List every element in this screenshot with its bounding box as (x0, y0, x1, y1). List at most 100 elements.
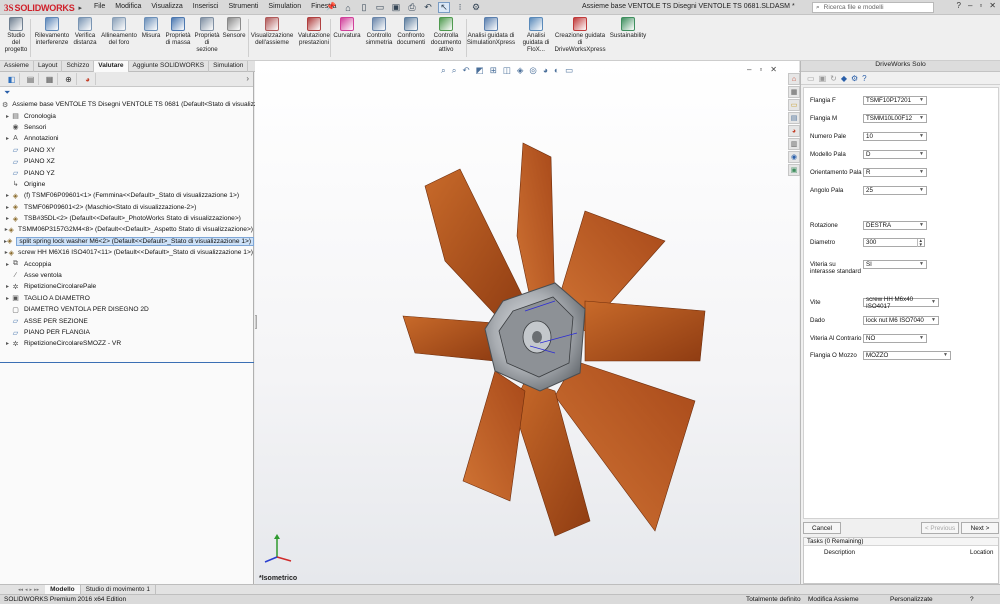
tree-item[interactable]: ▱ ASSE PER SEZIONE (0, 315, 253, 326)
previous-tab-icon[interactable]: ◂ (25, 587, 28, 593)
dropdown-select[interactable]: SI ▼ (863, 260, 927, 269)
tree-item[interactable]: ▸ ◈ TSMM06P3157G2M4<8> (Default<<Default>_… (0, 224, 253, 235)
ribbon-button[interactable]: Controllo simmetria (364, 17, 394, 46)
tasks-column-description[interactable]: Description (824, 549, 855, 556)
tree-item[interactable]: ▱ PIANO XZ (0, 156, 253, 167)
ribbon-button[interactable]: Sensore (222, 17, 246, 39)
feature-tree-tab-icon[interactable]: ◧ (4, 73, 20, 85)
chevron-down-icon[interactable]: ▼ (919, 151, 924, 158)
custom-properties-icon[interactable]: ▥ (788, 138, 800, 150)
command-tab[interactable]: Valutare (94, 61, 129, 72)
configuration-manager-tab-icon[interactable]: ▦ (42, 73, 58, 85)
ribbon-button[interactable]: Valutazione prestazioni (296, 17, 332, 46)
ribbon-button[interactable]: Misura (140, 17, 162, 39)
previous-button[interactable]: < Previous (921, 522, 959, 534)
tree-item[interactable]: ⚙ Assieme base VENTOLE TS Disegni VENTOLE… (0, 99, 279, 110)
menu-inserisci[interactable]: Inserisci (193, 3, 219, 10)
ribbon-button[interactable]: Creazione guidata di DriveWorksXpress (554, 17, 606, 53)
chevron-right-icon[interactable]: › (246, 74, 249, 83)
appearances-icon[interactable]: ◕ (788, 125, 800, 137)
expand-chevron-icon[interactable]: ▸ (4, 261, 11, 268)
minimize-icon[interactable]: – (968, 1, 972, 10)
ribbon-button[interactable]: Curvatura (333, 17, 361, 39)
tree-item[interactable]: ▸ ✲ RipetizioneCircolareSMOZZ - VR (0, 338, 253, 349)
options-icon[interactable]: ⚙ (851, 74, 858, 83)
first-tab-icon[interactable]: ◂◂ (18, 587, 23, 593)
menu-file[interactable]: File (94, 3, 105, 10)
help-icon[interactable]: ? (970, 596, 974, 603)
next-button[interactable]: Next > (961, 522, 999, 534)
expand-chevron-icon[interactable]: ▸ (4, 135, 11, 142)
chevron-down-icon[interactable]: ▼ (919, 335, 924, 342)
driveworks-tab-icon[interactable]: ◉ (788, 151, 800, 163)
dropdown-select[interactable]: screw HH M6x40 ISO4017 ▼ (863, 296, 939, 310)
chevron-down-icon[interactable]: ▼ (919, 97, 924, 104)
search-input[interactable]: ⌕ Ricerca file e modelli (812, 2, 934, 13)
dropdown-select[interactable]: NO ▼ (863, 334, 927, 343)
pin-icon[interactable]: 📌 (326, 2, 336, 11)
ribbon-button[interactable]: Sustainability (610, 17, 646, 39)
command-tab[interactable]: Aggiunte SOLIDWORKS (129, 61, 210, 72)
expand-chevron-icon[interactable]: ▸ (4, 113, 11, 120)
chevron-down-icon[interactable]: ▼ (919, 115, 924, 122)
dropdown-select[interactable]: DESTRA ▼ (863, 221, 927, 230)
open-folder-icon[interactable]: ▭ (374, 2, 386, 13)
dimxpert-tab-icon[interactable]: ⊕ (61, 73, 77, 85)
ribbon-button[interactable]: Rilevamento interferenze (34, 17, 70, 46)
tab-modello[interactable]: Modello (45, 585, 81, 594)
tree-item[interactable]: ▸ ▤ Cronologia (0, 110, 253, 121)
tree-rollback-bar[interactable] (0, 362, 254, 363)
cancel-button[interactable]: Cancel (803, 522, 841, 534)
dropdown-select[interactable]: MOZZO ▼ (863, 351, 951, 360)
help-icon[interactable]: ? (957, 1, 961, 10)
tree-item[interactable]: ▱ PIANO PER FLANGIA (0, 327, 253, 338)
undo-icon[interactable]: ↶ (422, 2, 434, 13)
expand-chevron-icon[interactable]: ▸ (4, 340, 11, 347)
chevron-down-icon[interactable]: ▼ (931, 299, 936, 306)
view-palette-icon[interactable]: ▤ (788, 112, 800, 124)
chevron-down-icon[interactable]: ▼ (943, 352, 948, 359)
tree-item[interactable]: ▸ ✲ RipetizioneCircolarePale (0, 281, 253, 292)
new-icon[interactable]: ▭ (807, 74, 815, 83)
file-explorer-icon[interactable]: ▭ (788, 99, 800, 111)
design-library-icon[interactable]: ▦ (788, 86, 800, 98)
dropdown-select[interactable]: TSMM10L00F12 ▼ (863, 114, 927, 123)
last-tab-icon[interactable]: ▸▸ (34, 587, 39, 593)
tree-item[interactable]: ▱ PIANO YZ (0, 167, 253, 178)
dropdown-select[interactable]: 10 ▼ (863, 132, 927, 141)
solidworks-resources-icon[interactable]: ⌂ (788, 73, 800, 85)
chevron-down-icon[interactable]: ▼ (919, 133, 924, 140)
number-stepper[interactable]: 300 ▲ ▼ (863, 238, 925, 247)
property-manager-tab-icon[interactable]: ▤ (23, 73, 39, 85)
tree-item[interactable]: ▸ ◈ split spring lock washer M6<2> (Defaul… (0, 236, 255, 247)
dropdown-select[interactable]: R ▼ (863, 168, 927, 177)
fan-model[interactable] (255, 61, 799, 584)
next-tab-icon[interactable]: ▸ (30, 587, 33, 593)
menu-modifica[interactable]: Modifica (115, 3, 141, 10)
tree-item[interactable]: ▸ ◈ (f) TSMF06P09601<1> (Femmina<<Default>… (0, 190, 253, 201)
new-document-icon[interactable]: ▯ (358, 2, 370, 13)
ribbon-button[interactable]: Visualizzazione dell'assieme (251, 17, 293, 46)
driveworks-logo-icon[interactable]: ◆ (841, 74, 847, 83)
solidworks-logo[interactable]: 3S SOLIDWORKS ▸ (4, 1, 82, 14)
tree-item[interactable]: ◉ Sensori (0, 122, 253, 133)
dropdown-select[interactable]: lock nut M6 ISO7040 ▼ (863, 316, 939, 325)
expand-chevron-icon[interactable]: ▸ (4, 295, 11, 302)
select-pointer-icon[interactable]: ↖ (438, 2, 450, 13)
tree-item[interactable]: ▸ ◈ TSMF06P09601<2> (Maschio<Stato di visu… (0, 202, 253, 213)
menu-visualizza[interactable]: Visualizza (151, 3, 182, 10)
home-icon[interactable]: ⌂ (342, 2, 354, 13)
tree-item[interactable]: ▱ PIANO XY (0, 145, 253, 156)
tree-item[interactable]: ▸ ▣ TAGLIO A DIAMETRO (0, 293, 253, 304)
save-icon[interactable]: ▣ (390, 2, 402, 13)
tasks-column-location[interactable]: Location (970, 549, 993, 556)
traffic-light-icon[interactable]: ⁝ (454, 2, 466, 13)
tree-item[interactable]: ▸ ◈ TSB#35DL<2> (Default<<Default>_PhotoWo… (0, 213, 253, 224)
close-icon[interactable]: ✕ (989, 1, 996, 10)
restore-icon[interactable]: ▫ (979, 1, 982, 10)
tree-item[interactable]: ▸ ◈ screw HH M6X16 ISO4017<11> (Default<<D… (0, 247, 253, 258)
ribbon-button[interactable]: Analisi guidata di FloX... (520, 17, 552, 53)
ribbon-button[interactable]: Analisi guidata di SimulationXpress (467, 17, 515, 46)
filter-icon[interactable]: ⏷ (0, 87, 253, 99)
ribbon-button[interactable]: Allineamento del foro (100, 17, 138, 46)
